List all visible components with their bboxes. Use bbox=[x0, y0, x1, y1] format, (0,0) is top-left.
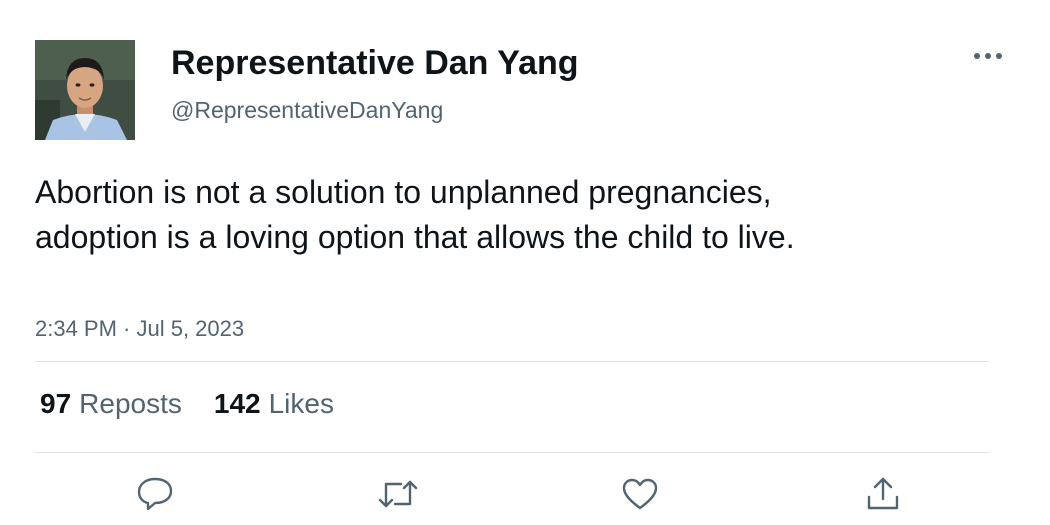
avatar[interactable] bbox=[35, 40, 135, 140]
likes-count: 142 bbox=[213, 388, 261, 419]
repost-button[interactable] bbox=[376, 472, 420, 516]
share-button[interactable] bbox=[861, 472, 905, 516]
tweet-timestamp[interactable]: 2:34 PM · Jul 5, 2023 bbox=[35, 315, 244, 343]
reposts-count: 97 bbox=[40, 388, 72, 419]
more-icon bbox=[974, 53, 1002, 59]
repost-icon bbox=[378, 480, 418, 508]
divider bbox=[35, 452, 989, 453]
heart-icon bbox=[622, 478, 658, 510]
share-icon bbox=[867, 477, 899, 510]
reply-button[interactable] bbox=[133, 472, 177, 516]
likes-label: Likes bbox=[268, 388, 334, 419]
like-button[interactable] bbox=[618, 472, 662, 516]
engagement-stats: 97 Reposts 142 Likes bbox=[40, 386, 366, 422]
divider bbox=[35, 361, 989, 362]
author-display-name[interactable]: Representative Dan Yang bbox=[171, 42, 579, 84]
likes-stat[interactable]: 142 Likes bbox=[214, 386, 334, 422]
reply-icon bbox=[137, 477, 173, 511]
tweet-card: Representative Dan Yang @RepresentativeD… bbox=[0, 0, 1050, 525]
avatar-image bbox=[35, 40, 135, 140]
tweet-text: Abortion is not a solution to unplanned … bbox=[35, 174, 795, 255]
author-handle[interactable]: @RepresentativeDanYang bbox=[171, 96, 443, 124]
reposts-label: Reposts bbox=[79, 388, 182, 419]
more-options-button[interactable] bbox=[966, 42, 1010, 70]
reposts-stat[interactable]: 97 Reposts bbox=[40, 386, 182, 422]
